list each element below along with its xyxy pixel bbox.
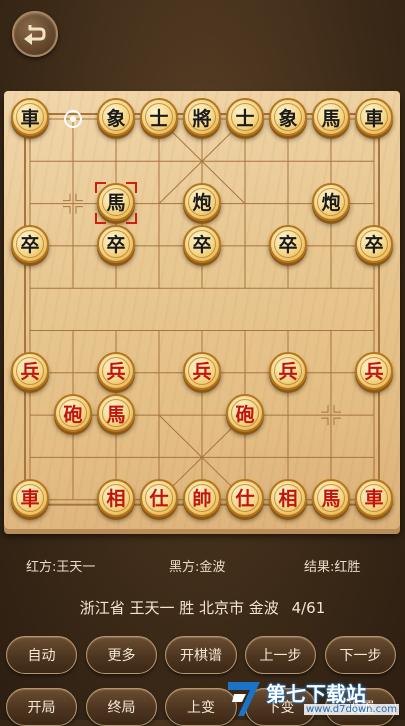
piece-label: 仕 <box>235 488 255 511</box>
black-piece[interactable]: 馬 <box>312 98 350 136</box>
position-marker <box>333 405 341 413</box>
result-label: 结果:红胜 <box>304 560 361 575</box>
red-piece[interactable]: 車 <box>11 478 49 517</box>
piece-label: 兵 <box>278 361 298 384</box>
xiangqi-board[interactable]: 車象士將士象馬車馬炮炮卒卒卒卒卒兵兵兵兵兵砲馬砲車相仕帥仕相馬車 <box>4 91 400 529</box>
black-piece[interactable]: 車 <box>11 98 49 136</box>
black-piece[interactable]: 將 <box>183 98 221 136</box>
piece-label: 砲 <box>63 403 83 426</box>
red-piece[interactable]: 相 <box>97 478 135 517</box>
piece-label: 兵 <box>364 361 384 384</box>
black-piece[interactable]: 炮 <box>183 182 221 221</box>
black-piece[interactable]: 象 <box>97 98 135 136</box>
game-info-line: 浙江省 王天一 胜 北京市 金波 4/61 <box>0 597 405 618</box>
red-piece[interactable]: 馬 <box>97 394 135 433</box>
red-piece[interactable]: 車 <box>355 478 393 517</box>
position-marker <box>333 417 341 426</box>
black-piece[interactable]: 象 <box>269 98 307 136</box>
game-title: 浙江省 王天一 胜 北京市 金波 <box>79 599 279 617</box>
piece-label: 車 <box>364 107 384 130</box>
piece-label: 兵 <box>106 361 126 384</box>
black-piece[interactable]: 車 <box>355 98 393 136</box>
black-piece[interactable]: 卒 <box>97 224 135 263</box>
black-piece[interactable]: 士 <box>140 98 178 136</box>
next-move-button[interactable]: 下一步 <box>325 636 396 674</box>
piece-label: 車 <box>20 488 40 511</box>
piece-label: 卒 <box>364 234 384 257</box>
red-piece[interactable]: 兵 <box>183 351 221 390</box>
position-marker <box>75 206 83 214</box>
piece-label: 相 <box>278 488 298 511</box>
red-piece[interactable]: 砲 <box>54 394 92 433</box>
watermark: 第七下载站 www.d7down.com <box>222 678 402 720</box>
black-piece[interactable]: 卒 <box>355 224 393 263</box>
ending-button[interactable]: 终局 <box>86 688 157 726</box>
piece-label: 炮 <box>321 192 341 215</box>
position-marker <box>63 193 71 202</box>
black-piece[interactable]: 卒 <box>11 224 49 263</box>
position-marker <box>321 405 329 413</box>
red-player-label: 红方:王天一 <box>26 560 96 575</box>
black-player-label: 黑方:金波 <box>169 560 226 575</box>
red-piece[interactable]: 兵 <box>97 351 135 390</box>
piece-label: 卒 <box>192 234 212 257</box>
back-arrow-icon <box>24 25 46 45</box>
auto-play-button[interactable]: 自动 <box>6 636 77 674</box>
piece-label: 兵 <box>192 361 212 384</box>
move-progress: 4/61 <box>291 599 326 617</box>
watermark-url: www.d7down.com <box>304 704 400 715</box>
black-piece[interactable]: 卒 <box>269 224 307 263</box>
watermark-logo-icon <box>228 682 260 716</box>
red-piece[interactable]: 相 <box>269 478 307 517</box>
red-piece[interactable]: 兵 <box>355 351 393 390</box>
red-piece[interactable]: 仕 <box>226 478 264 517</box>
piece-label: 兵 <box>20 361 40 384</box>
red-piece[interactable]: 馬 <box>312 478 350 517</box>
piece-label: 卒 <box>278 234 298 257</box>
piece-label: 炮 <box>192 192 212 215</box>
piece-label: 仕 <box>149 488 169 511</box>
piece-label: 卒 <box>20 234 40 257</box>
piece-label: 馬 <box>106 403 126 426</box>
red-piece[interactable]: 兵 <box>11 351 49 390</box>
red-piece[interactable]: 兵 <box>269 351 307 390</box>
open-record-button[interactable]: 开棋谱 <box>165 636 237 674</box>
piece-label: 象 <box>278 107 298 130</box>
black-piece[interactable]: 炮 <box>312 182 350 221</box>
opening-button[interactable]: 开局 <box>6 688 77 726</box>
selected-piece-highlight <box>95 181 137 224</box>
position-marker <box>75 193 83 202</box>
black-piece[interactable]: 卒 <box>183 224 221 263</box>
piece-label: 馬 <box>321 488 341 511</box>
red-piece[interactable]: 仕 <box>140 478 178 517</box>
piece-label: 象 <box>106 107 126 130</box>
board-grid <box>24 113 380 506</box>
watermark-title: 第七下载站 <box>266 682 366 706</box>
piece-label: 車 <box>364 488 384 511</box>
piece-label: 砲 <box>235 403 255 426</box>
more-button[interactable]: 更多 <box>86 636 157 674</box>
last-move-origin-marker <box>64 110 82 128</box>
piece-label: 士 <box>149 107 169 130</box>
red-piece[interactable]: 帥 <box>183 478 221 517</box>
piece-label: 帥 <box>192 488 212 511</box>
piece-label: 卒 <box>106 234 126 257</box>
piece-label: 將 <box>192 107 212 130</box>
position-marker <box>321 417 329 426</box>
black-piece[interactable]: 士 <box>226 98 264 136</box>
piece-label: 士 <box>235 107 255 130</box>
piece-label: 馬 <box>321 107 341 130</box>
prev-move-button[interactable]: 上一步 <box>245 636 316 674</box>
red-piece[interactable]: 砲 <box>226 394 264 433</box>
piece-label: 相 <box>106 488 126 511</box>
position-marker <box>63 206 71 214</box>
back-button[interactable] <box>12 11 58 57</box>
piece-label: 車 <box>20 107 40 130</box>
